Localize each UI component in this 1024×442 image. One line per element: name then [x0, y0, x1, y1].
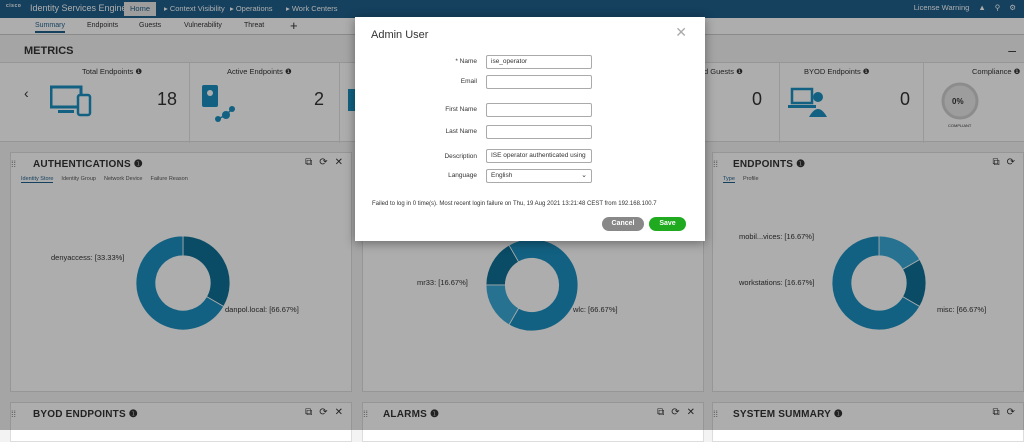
last-name-label: Last Name [445, 128, 477, 135]
language-label: Language [448, 172, 477, 179]
first-name-field[interactable] [486, 103, 592, 117]
chevron-down-icon: ⌄ [581, 172, 587, 179]
language-value: English [491, 172, 513, 179]
description-field[interactable]: ISE operator authenticated using [486, 149, 592, 163]
login-failure-note: Failed to log in 0 time(s). Most recent … [372, 201, 657, 207]
description-label: Description [444, 153, 477, 160]
admin-user-dialog: Admin User ✕ * Name ise_operator Email F… [355, 17, 705, 241]
last-name-field[interactable] [486, 125, 592, 139]
email-label: Email [460, 78, 477, 85]
close-icon[interactable]: ✕ [675, 24, 687, 41]
email-field[interactable] [486, 75, 592, 89]
name-label: * Name [455, 58, 477, 65]
first-name-label: First Name [445, 106, 477, 113]
name-field[interactable]: ise_operator [486, 55, 592, 69]
language-select[interactable]: English ⌄ [486, 169, 592, 183]
cancel-button[interactable]: Cancel [602, 217, 644, 231]
save-button[interactable]: Save [649, 217, 686, 231]
dialog-title: Admin User [371, 29, 429, 41]
